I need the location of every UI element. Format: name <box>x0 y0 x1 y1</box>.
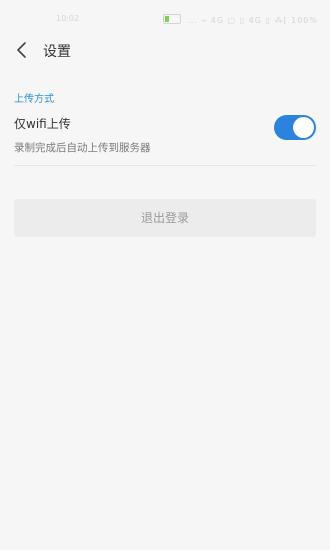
back-button[interactable] <box>12 39 34 61</box>
wifi-only-setting-row[interactable]: 仅wifi上传 录制完成后自动上传到服务器 <box>14 115 316 166</box>
page-title: 设置 <box>43 44 71 60</box>
title-bar: 设置 <box>0 34 330 70</box>
toggle-knob <box>293 117 314 138</box>
battery-icon <box>162 14 181 24</box>
wifi-only-toggle[interactable] <box>274 115 316 140</box>
wifi-only-description: 录制完成后自动上传到服务器 <box>14 142 151 154</box>
status-bar: 10:02 ... ⌁ 4G ▢ ▯ 4G ▯ ⁂⁅ 100% <box>0 0 330 34</box>
status-right-text: ... ⌁ 4G ▢ ▯ 4G ▯ ⁂⁅ 100% <box>187 16 318 25</box>
status-indicators: ... ⌁ 4G ▢ ▯ 4G ▯ ⁂⁅ 100% <box>162 14 318 25</box>
status-time: 10:02 <box>56 14 80 23</box>
section-header-upload: 上传方式 <box>14 94 54 105</box>
settings-content: 上传方式 仅wifi上传 录制完成后自动上传到服务器 退出登录 <box>0 72 330 237</box>
logout-button[interactable]: 退出登录 <box>14 199 316 237</box>
chevron-left-icon <box>17 42 26 58</box>
wifi-only-label: 仅wifi上传 <box>14 117 71 131</box>
